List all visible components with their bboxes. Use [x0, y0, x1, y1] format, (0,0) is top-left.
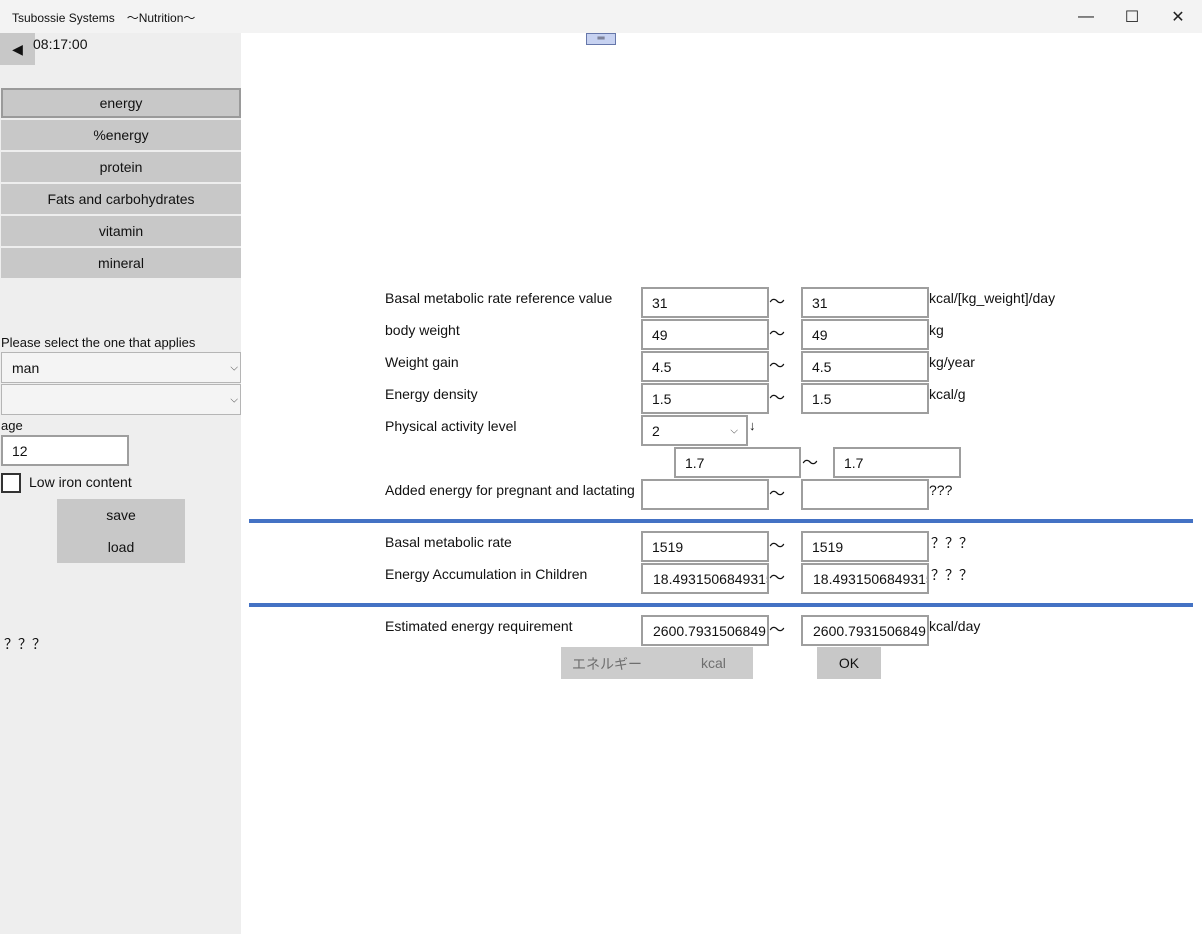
clock-time: 08:17:00: [33, 36, 88, 52]
physical-activity-label: Physical activity level: [385, 418, 517, 434]
pregnant-energy-min-input[interactable]: [641, 479, 769, 510]
ok-button[interactable]: OK: [817, 647, 881, 679]
range-tilde: 〜: [769, 294, 786, 311]
minimize-button[interactable]: —: [1063, 0, 1109, 33]
back-button[interactable]: ◀: [0, 33, 35, 65]
bmr-unit: ？？？: [931, 535, 973, 551]
body-weight-label: body weight: [385, 322, 460, 338]
load-button[interactable]: load: [57, 531, 185, 563]
bmr-max-input[interactable]: 1519: [801, 531, 929, 562]
sex-select[interactable]: man ⌵: [1, 352, 241, 383]
weight-gain-label: Weight gain: [385, 354, 459, 370]
splitter-handle[interactable]: ═: [586, 33, 616, 45]
nav-percent-energy[interactable]: %energy: [1, 120, 241, 150]
bmr-min-input[interactable]: 1519: [641, 531, 769, 562]
eer-unit: kcal/day: [929, 618, 981, 634]
range-tilde: 〜: [769, 390, 786, 407]
body-weight-min-input[interactable]: 49: [641, 319, 769, 350]
range-tilde: 〜: [769, 622, 786, 639]
physical-activity-select-value: 2: [652, 422, 660, 439]
window-title: Tsubossie Systems 〜Nutrition〜: [12, 11, 196, 25]
energy-accumulation-max-input[interactable]: 18.493150684931507: [801, 563, 929, 594]
range-tilde: 〜: [769, 570, 786, 587]
drag-handle-icon: ═: [597, 33, 605, 44]
bmr-label: Basal metabolic rate: [385, 534, 512, 550]
age-input[interactable]: 12: [1, 435, 129, 466]
energy-density-unit: kcal/g: [929, 386, 966, 402]
title-bar: Tsubossie Systems 〜Nutrition〜 — ☐ ✕: [0, 0, 1202, 33]
range-tilde: 〜: [769, 358, 786, 375]
chevron-down-icon: ⌵: [230, 394, 238, 405]
eer-min-input[interactable]: 2600.7931506849: [641, 615, 769, 646]
physical-activity-select[interactable]: 2 ⌵: [641, 415, 748, 446]
divider-line: [249, 603, 1193, 607]
nav-protein[interactable]: protein: [1, 152, 241, 182]
range-tilde: 〜: [802, 455, 819, 472]
energy-density-min-input[interactable]: 1.5: [641, 383, 769, 414]
energy-display-unit: kcal: [701, 655, 726, 671]
nav-fats-carbohydrates[interactable]: Fats and carbohydrates: [1, 184, 241, 214]
weight-gain-unit: kg/year: [929, 354, 975, 370]
down-arrow-icon: ↓: [749, 418, 756, 433]
energy-density-max-input[interactable]: 1.5: [801, 383, 929, 414]
select-prompt: Please select the one that applies: [1, 335, 196, 350]
close-button[interactable]: ✕: [1155, 0, 1201, 33]
maximize-icon: ☐: [1124, 8, 1140, 26]
eer-label: Estimated energy requirement: [385, 618, 573, 634]
range-tilde: 〜: [769, 326, 786, 343]
age-label: age: [1, 418, 23, 433]
low-iron-label: Low iron content: [29, 474, 132, 490]
nav-energy[interactable]: energy: [1, 88, 241, 118]
close-icon: ✕: [1171, 8, 1185, 26]
back-arrow-icon: ◀: [12, 40, 23, 57]
eer-max-input[interactable]: 2600.7931506849: [801, 615, 929, 646]
energy-display-button[interactable]: エネルギー kcal: [561, 647, 753, 679]
nav-mineral[interactable]: mineral: [1, 248, 241, 278]
maximize-button[interactable]: ☐: [1109, 0, 1155, 33]
activity-max-input[interactable]: 1.7: [833, 447, 961, 478]
low-iron-checkbox[interactable]: [1, 473, 21, 493]
bmr-reference-label: Basal metabolic rate reference value: [385, 290, 613, 306]
minimize-icon: —: [1078, 7, 1094, 25]
energy-display-label: エネルギー: [572, 656, 642, 672]
activity-min-input[interactable]: 1.7: [674, 447, 801, 478]
energy-accumulation-label: Energy Accumulation in Children: [385, 566, 588, 582]
energy-accumulation-unit: ？？？: [931, 567, 973, 583]
pregnant-energy-label: Added energy for pregnant and lactating: [385, 482, 635, 498]
range-tilde: 〜: [769, 538, 786, 555]
range-tilde: 〜: [769, 486, 786, 503]
energy-density-label: Energy density: [385, 386, 478, 402]
bmr-reference-unit: kcal/[kg_weight]/day: [929, 290, 1056, 306]
chevron-down-icon: ⌵: [230, 362, 238, 373]
save-button[interactable]: save: [57, 499, 185, 531]
nav-vitamin[interactable]: vitamin: [1, 216, 241, 246]
body-weight-unit: kg: [929, 322, 944, 338]
weight-gain-max-input[interactable]: 4.5: [801, 351, 929, 382]
sidebar: ◀ 08:17:00 energy %energy protein Fats a…: [0, 33, 241, 934]
chevron-down-icon: ⌵: [730, 425, 738, 436]
status-text: ？？？: [4, 636, 46, 652]
status-select[interactable]: ⌵: [1, 384, 241, 415]
divider-line: [249, 519, 1193, 523]
energy-accumulation-min-input[interactable]: 18.493150684931507: [641, 563, 769, 594]
pregnant-energy-max-input[interactable]: [801, 479, 929, 510]
bmr-reference-min-input[interactable]: 31: [641, 287, 769, 318]
body-weight-max-input[interactable]: 49: [801, 319, 929, 350]
weight-gain-min-input[interactable]: 4.5: [641, 351, 769, 382]
sex-select-value: man: [12, 359, 40, 376]
bmr-reference-max-input[interactable]: 31: [801, 287, 929, 318]
pregnant-energy-unit: ???: [929, 482, 953, 498]
